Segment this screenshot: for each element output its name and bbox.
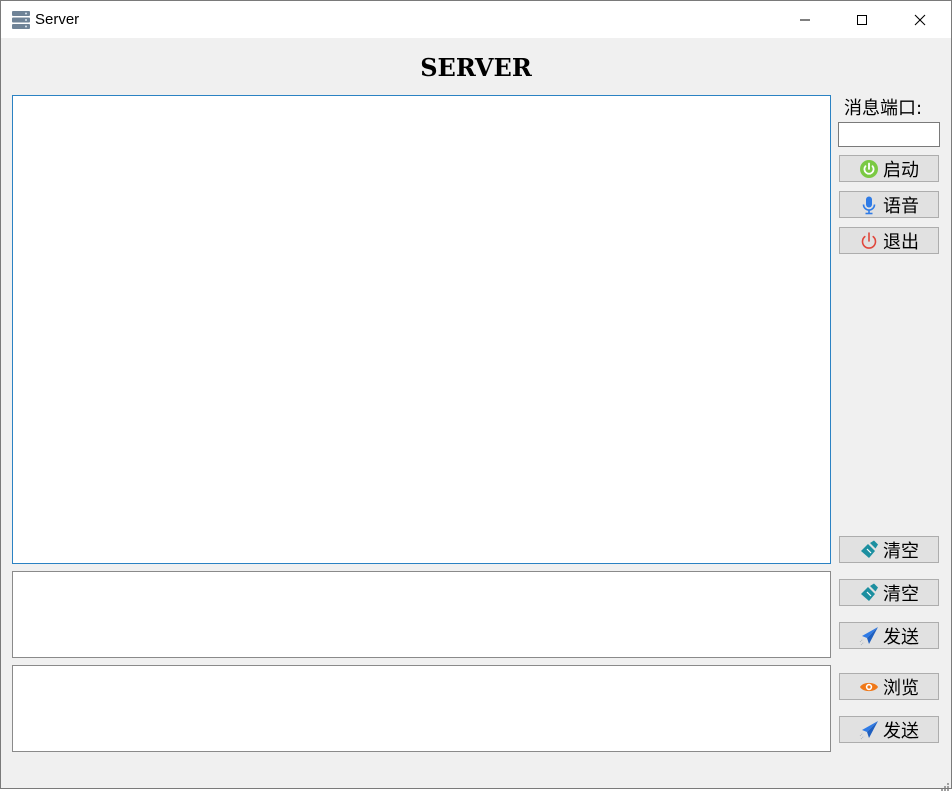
voice-button[interactable]: 语音 [839,191,939,218]
paper-plane-icon [859,626,879,646]
send-file-label: 发送 [883,720,919,742]
power-on-icon [859,159,879,179]
close-icon [914,14,926,26]
minimize-button[interactable] [782,1,828,38]
server-window: Server SERVER 消息端口: 启动 语音 退出 清空 清空 发送 浏览… [0,0,952,791]
eye-icon [859,677,879,697]
clear-log-label: 清空 [883,540,919,562]
port-input[interactable] [838,122,940,147]
maximize-button[interactable] [839,1,885,38]
clear-message-label: 清空 [883,583,919,605]
browse-label: 浏览 [883,677,919,699]
page-title: SERVER [420,53,532,82]
broom-icon [859,583,879,603]
minimize-icon [799,14,811,26]
maximize-icon [856,14,868,26]
voice-label: 语音 [883,195,919,217]
start-button[interactable]: 启动 [839,155,939,182]
server-icon [11,10,31,30]
send-message-button[interactable]: 发送 [839,622,939,649]
log-textarea[interactable] [12,95,831,564]
send-file-button[interactable]: 发送 [839,716,939,743]
microphone-icon [859,195,879,215]
title-bar: Server [1,1,951,38]
clear-message-button[interactable]: 清空 [839,579,939,606]
broom-icon [859,540,879,560]
start-label: 启动 [883,159,919,181]
exit-label: 退出 [883,231,919,253]
browse-button[interactable]: 浏览 [839,673,939,700]
window-title: Server [35,11,80,28]
paper-plane-icon [859,720,879,740]
file-input[interactable] [12,665,831,752]
resize-grip-icon[interactable] [939,776,949,791]
port-label: 消息端口: [844,98,923,119]
close-button[interactable] [897,1,943,38]
send-message-label: 发送 [883,626,919,648]
exit-button[interactable]: 退出 [839,227,939,254]
clear-log-button[interactable]: 清空 [839,536,939,563]
power-off-icon [859,231,879,251]
message-input[interactable] [12,571,831,658]
